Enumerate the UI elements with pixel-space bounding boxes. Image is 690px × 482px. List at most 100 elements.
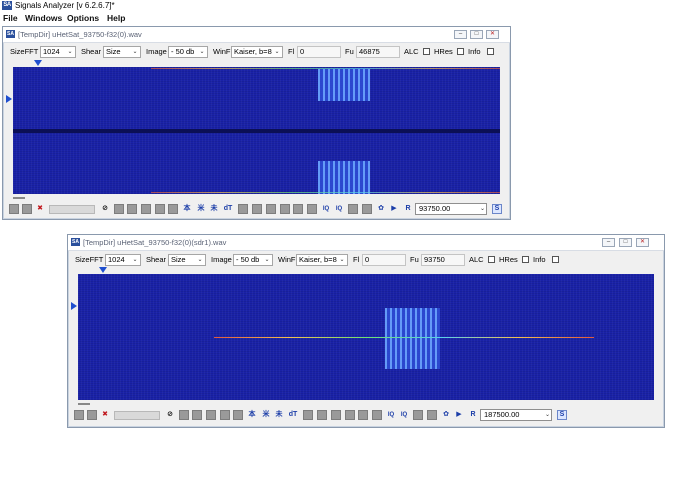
time-marker-icon[interactable] (71, 302, 77, 310)
tool-button[interactable] (266, 204, 276, 214)
info-checkbox[interactable] (487, 48, 494, 55)
menu-windows[interactable]: Windows (25, 12, 62, 24)
tool-button[interactable] (348, 204, 358, 214)
tool-button[interactable] (303, 410, 313, 420)
minimize-button[interactable]: – (454, 30, 467, 39)
tool-button[interactable] (317, 410, 327, 420)
frequency-marker-icon[interactable] (34, 60, 42, 66)
tool-button[interactable] (141, 204, 151, 214)
close-button[interactable]: ✕ (636, 238, 649, 247)
filter-icon[interactable]: 米 (196, 204, 206, 214)
sizefft-select[interactable]: 1024 ⌄ (40, 46, 76, 58)
gear-icon[interactable]: ✿ (441, 410, 451, 420)
gear-icon[interactable]: ✿ (376, 204, 386, 214)
minimize-button[interactable]: – (602, 238, 615, 247)
iq-button[interactable]: IQ (321, 204, 331, 214)
tool-button[interactable] (74, 410, 84, 420)
tool-button[interactable] (362, 204, 372, 214)
window-titlebar[interactable]: SA [TempDir] uHetSat_93750-f32(0).wav – … (3, 27, 510, 43)
close-button[interactable]: ✕ (486, 30, 499, 39)
delete-icon[interactable]: ✖ (100, 410, 110, 420)
tool-button[interactable] (345, 410, 355, 420)
chevron-down-icon: ⌄ (479, 206, 485, 212)
hres-checkbox[interactable] (457, 48, 464, 55)
play-icon[interactable]: ▶ (454, 410, 464, 420)
menu-help[interactable]: Help (107, 12, 125, 24)
tool-button[interactable] (168, 204, 178, 214)
iq-button[interactable]: IQ (399, 410, 409, 420)
r-button[interactable]: R (468, 410, 478, 420)
filter-icon[interactable]: 未 (274, 410, 284, 420)
fu-input[interactable]: 93750 (421, 254, 465, 266)
tool-button[interactable] (427, 410, 437, 420)
iq-button[interactable]: IQ (334, 204, 344, 214)
tool-button[interactable] (372, 410, 382, 420)
tool-button[interactable] (358, 410, 368, 420)
filter-icon[interactable]: 米 (261, 410, 271, 420)
scroll-thumb[interactable] (78, 403, 90, 405)
s-button[interactable]: S (492, 204, 502, 214)
maximize-button[interactable]: □ (470, 30, 483, 39)
tool-button[interactable] (331, 410, 341, 420)
fl-input[interactable]: 0 (362, 254, 406, 266)
shear-value: Size (171, 255, 186, 264)
tool-button[interactable] (206, 410, 216, 420)
tool-button[interactable] (220, 410, 230, 420)
play-icon[interactable]: ▶ (389, 204, 399, 214)
time-marker-icon[interactable] (6, 95, 12, 103)
image-select[interactable]: - 50 db ⌄ (168, 46, 208, 58)
tool-button[interactable] (179, 410, 189, 420)
tool-button[interactable] (9, 204, 19, 214)
winf-select[interactable]: Kaiser, b=8 ⌄ (296, 254, 348, 266)
alc-checkbox[interactable] (488, 256, 495, 263)
info-checkbox[interactable] (552, 256, 559, 263)
chevron-down-icon: ⌄ (132, 257, 138, 263)
alc-checkbox[interactable] (423, 48, 430, 55)
tool-button[interactable] (280, 204, 290, 214)
tool-button[interactable] (114, 204, 124, 214)
maximize-button[interactable]: □ (619, 238, 632, 247)
tool-button[interactable] (233, 410, 243, 420)
tool-button[interactable] (22, 204, 32, 214)
filter-icon[interactable]: 未 (209, 204, 219, 214)
cancel-icon[interactable]: ⊘ (165, 410, 175, 420)
cancel-icon[interactable]: ⊘ (100, 204, 110, 214)
window-titlebar[interactable]: SA [TempDir] uHetSat_93750-f32(0)(sdr1).… (68, 235, 664, 251)
delete-icon[interactable]: ✖ (35, 204, 45, 214)
menu-options[interactable]: Options (67, 12, 99, 24)
winf-select[interactable]: Kaiser, b=8 ⌄ (231, 46, 283, 58)
iq-button[interactable]: IQ (386, 410, 396, 420)
shear-select[interactable]: Size ⌄ (103, 46, 141, 58)
frequency-marker-icon[interactable] (99, 267, 107, 273)
tool-button[interactable] (307, 204, 317, 214)
filter-icon[interactable]: 本 (182, 204, 192, 214)
spectrogram-display[interactable] (78, 274, 654, 400)
sizefft-select[interactable]: 1024 ⌄ (105, 254, 141, 266)
tool-button[interactable] (127, 204, 137, 214)
tool-button[interactable] (252, 204, 262, 214)
spectrogram-display[interactable] (13, 67, 500, 194)
r-button[interactable]: R (403, 204, 413, 214)
signal-burst (318, 69, 370, 101)
dt-button[interactable]: dT (223, 204, 233, 214)
filter-icon[interactable]: 本 (247, 410, 257, 420)
image-select[interactable]: - 50 db ⌄ (233, 254, 273, 266)
tool-button[interactable] (238, 204, 248, 214)
menu-file[interactable]: File (3, 12, 18, 24)
fu-input[interactable]: 46875 (356, 46, 400, 58)
frequency-select[interactable]: 187500.00 ⌄ (480, 409, 552, 421)
hres-checkbox[interactable] (522, 256, 529, 263)
tool-button[interactable] (87, 410, 97, 420)
shear-select[interactable]: Size ⌄ (168, 254, 206, 266)
hres-label: HRes (499, 255, 518, 264)
winf-label: WinF (278, 255, 296, 264)
fl-input[interactable]: 0 (297, 46, 341, 58)
scroll-thumb[interactable] (13, 197, 25, 199)
tool-button[interactable] (192, 410, 202, 420)
tool-button[interactable] (293, 204, 303, 214)
dt-button[interactable]: dT (288, 410, 298, 420)
tool-button[interactable] (413, 410, 423, 420)
s-button[interactable]: S (557, 410, 567, 420)
tool-button[interactable] (155, 204, 165, 214)
frequency-select[interactable]: 93750.00 ⌄ (415, 203, 487, 215)
